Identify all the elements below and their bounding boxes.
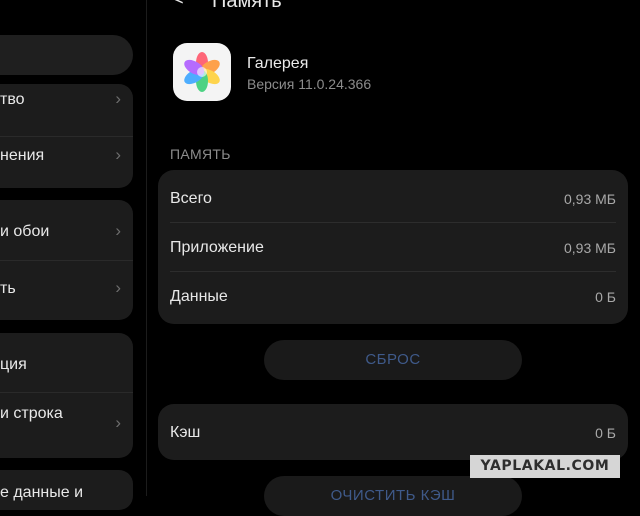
chevron-right-icon: › (115, 145, 121, 164)
row-value: 0,93 МБ (564, 191, 616, 207)
section-header-memory: ПАМЯТЬ (170, 146, 231, 162)
gallery-pinwheel-icon (184, 52, 220, 92)
sidebar-item[interactable]: тво (0, 91, 25, 109)
app-name: Галерея (247, 55, 309, 72)
divider (0, 392, 133, 393)
settings-sidebar: тво › нения › и обои › ть › ция и строка… (0, 0, 146, 510)
sidebar-group-4: е данные и (0, 470, 133, 510)
row-label: Всего (170, 190, 212, 207)
divider (0, 136, 133, 137)
row-value: 0 Б (595, 289, 616, 305)
sidebar-group-3: ция и строка › (0, 333, 133, 458)
sidebar-item[interactable]: и обои (0, 223, 49, 241)
row-label: Кэш (170, 424, 201, 441)
cache-row: Кэш 0 Б (170, 408, 616, 456)
row-label: Данные (170, 288, 228, 305)
clear-cache-button[interactable]: ОЧИСТИТЬ КЭШ (264, 476, 522, 516)
reset-button[interactable]: СБРОС (264, 340, 522, 380)
sidebar-item[interactable]: и строка (0, 405, 63, 423)
chevron-right-icon: › (115, 413, 121, 432)
sidebar-item[interactable]: е данные и (0, 484, 83, 502)
sidebar-item-label: и обои (0, 223, 50, 240)
page-title: Память (212, 0, 282, 12)
sidebar-group-1: тво › нения › (0, 84, 133, 188)
gallery-app-icon (173, 43, 231, 101)
chevron-right-icon: › (115, 89, 121, 108)
storage-row-total: Всего 0,93 МБ (170, 174, 616, 222)
sidebar-item-label: и строка (0, 405, 63, 422)
storage-row-app: Приложение 0,93 МБ (170, 223, 616, 271)
cache-card: Кэш 0 Б (158, 404, 628, 460)
sidebar-item-label: ть (0, 280, 16, 297)
sidebar-item-label: тво (0, 91, 25, 108)
row-value: 0 Б (595, 425, 616, 441)
pane-divider (146, 0, 147, 496)
storage-card: Всего 0,93 МБ Приложение 0,93 МБ Данные … (158, 170, 628, 324)
sidebar-search-bar[interactable] (0, 35, 133, 75)
watermark: YAPLAKAL.COM (470, 455, 620, 478)
sidebar-item-label: е данные и (0, 484, 84, 501)
sidebar-group-2: и обои › ть › (0, 200, 133, 320)
sidebar-item-label: нения (0, 147, 45, 164)
row-label: Приложение (170, 239, 264, 256)
chevron-right-icon: › (115, 221, 121, 240)
sidebar-item[interactable]: ть (0, 280, 16, 298)
chevron-right-icon: › (115, 278, 121, 297)
back-arrow-icon[interactable]: < (172, 0, 184, 11)
sidebar-item[interactable]: ция (0, 356, 27, 374)
storage-row-data: Данные 0 Б (170, 272, 616, 320)
app-version: Версия 11.0.24.366 (247, 76, 372, 92)
row-value: 0,93 МБ (564, 240, 616, 256)
sidebar-item-label: ция (0, 356, 27, 373)
sidebar-item[interactable]: нения (0, 147, 44, 165)
divider (0, 260, 133, 261)
